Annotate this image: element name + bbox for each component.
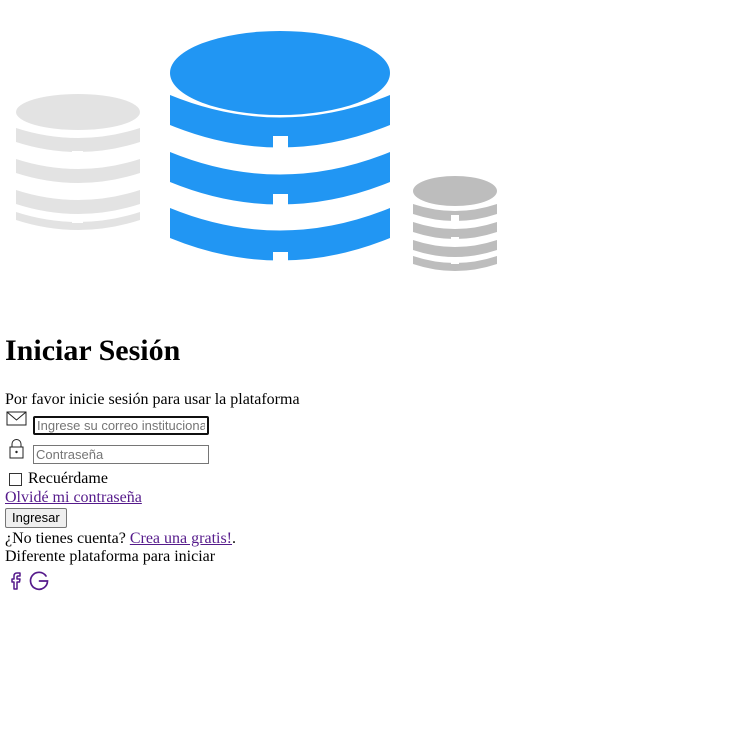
- other-platform-text: Diferente plataforma para iniciar: [5, 548, 216, 565]
- database-right-icon: [413, 176, 497, 271]
- facebook-icon: [11, 572, 21, 590]
- email-row: [5, 410, 725, 438]
- database-left-icon: [16, 94, 140, 230]
- remember-label: Recuérdame: [28, 470, 108, 487]
- page-title: Iniciar Sesión: [5, 334, 181, 367]
- no-account-text: ¿No tienes cuenta?: [5, 530, 130, 547]
- signup-prompt: ¿No tienes cuenta? Crea una gratis!.: [5, 530, 725, 548]
- password-row: [5, 439, 725, 467]
- social-login: [5, 570, 725, 592]
- remember-me: Recuérdame: [5, 470, 725, 488]
- google-login-link[interactable]: [27, 570, 51, 592]
- database-illustration: [16, 31, 497, 271]
- submit-button[interactable]: Ingresar: [5, 508, 67, 528]
- password-input[interactable]: [33, 445, 209, 464]
- signup-link[interactable]: Crea una gratis!: [130, 530, 232, 547]
- email-input[interactable]: [33, 416, 209, 435]
- forgot-password-link[interactable]: Olvidé mi contraseña: [5, 489, 725, 507]
- signup-suffix: .: [232, 530, 237, 547]
- lock-icon: [9, 439, 24, 459]
- login-form: Iniciar Sesión Por favor inicie sesión p…: [5, 332, 725, 592]
- envelope-icon: [6, 411, 27, 426]
- facebook-login-link[interactable]: [5, 570, 27, 592]
- login-subtitle: Por favor inicie sesión para usar la pla…: [5, 391, 300, 408]
- remember-checkbox[interactable]: [9, 472, 22, 486]
- google-icon: [29, 571, 49, 591]
